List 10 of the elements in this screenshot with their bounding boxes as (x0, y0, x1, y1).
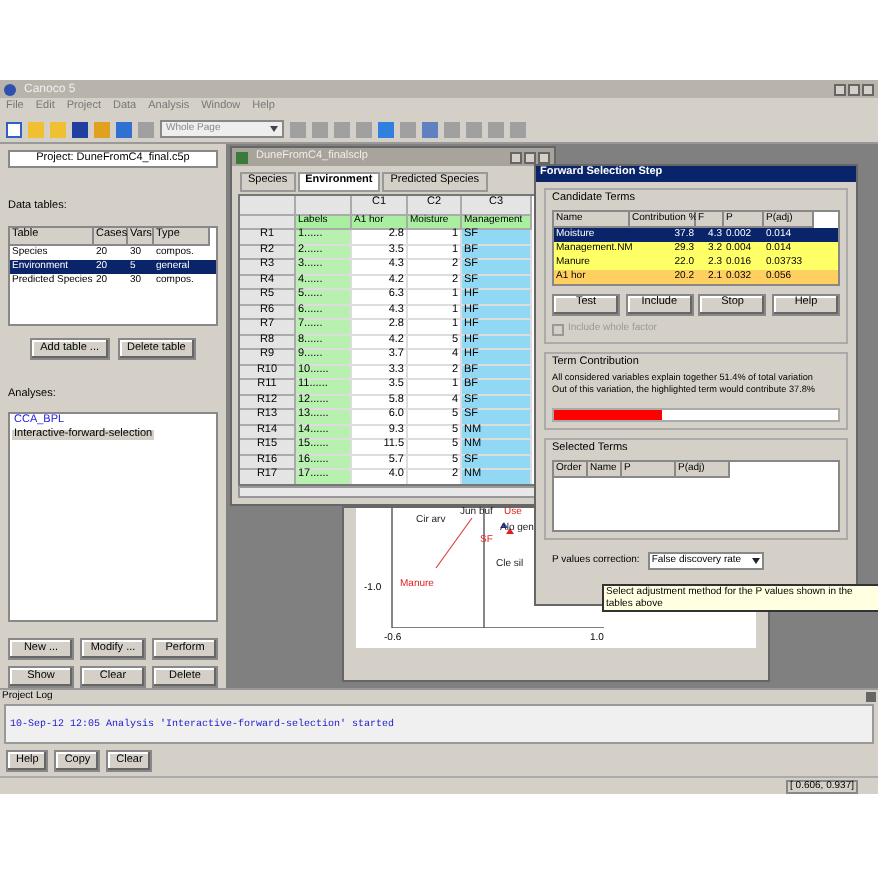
dropdown-arrow-icon (270, 126, 278, 132)
maximize-icon[interactable] (848, 83, 860, 95)
maximize-icon[interactable] (524, 151, 536, 163)
close-icon[interactable] (538, 151, 550, 163)
app-logo-icon (4, 83, 16, 95)
minimize-icon[interactable] (834, 83, 846, 95)
new-file-icon[interactable] (6, 121, 22, 137)
dropdown-arrow-icon (751, 557, 760, 563)
close-icon[interactable] (862, 83, 874, 95)
minimize-icon[interactable] (510, 151, 522, 163)
